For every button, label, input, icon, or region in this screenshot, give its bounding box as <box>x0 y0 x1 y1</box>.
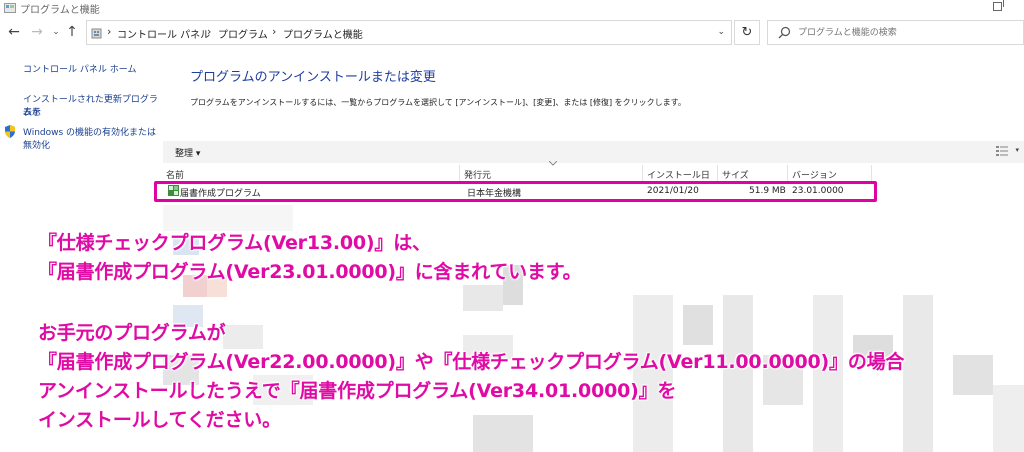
mosaic-block <box>683 305 713 345</box>
column-headers: 名前 発行元 インストール日 サイズ バージョン <box>163 161 1024 181</box>
windows-features-link-line1[interactable]: Windows の機能の有効化または <box>23 127 156 140</box>
search-icon <box>778 26 791 39</box>
column-header-name[interactable]: 名前 <box>166 168 184 181</box>
search-box[interactable] <box>767 20 1024 45</box>
view-updates-link-line1[interactable]: インストールされた更新プログラムを <box>23 94 162 120</box>
windows-features-link-line2[interactable]: 無効化 <box>23 140 50 153</box>
refresh-icon[interactable]: ↻ <box>734 20 760 45</box>
column-divider <box>459 165 460 181</box>
forward-arrow-icon[interactable]: → <box>29 23 45 41</box>
control-panel-home-link[interactable]: コントロール パネル ホーム <box>23 64 136 77</box>
breadcrumb-separator: › <box>207 25 212 38</box>
annotation-line-5: アンインストールしたうえで『届書作成プログラム(Ver34.01.0000)』を <box>38 380 677 402</box>
breadcrumb-control-panel[interactable]: コントロール パネル <box>117 26 210 41</box>
column-header-publisher[interactable]: 発行元 <box>464 168 491 181</box>
annotation-line-2: 『届書作成プログラム(Ver23.01.0000)』に含まれています。 <box>38 261 582 283</box>
annotation-line-1: 『仕様チェックプログラム(Ver13.00)』は、 <box>38 232 431 254</box>
highlight-frame <box>154 181 877 202</box>
breadcrumb-separator: › <box>107 25 112 38</box>
breadcrumb-separator: › <box>272 25 277 38</box>
column-divider <box>787 165 788 181</box>
address-dropdown-icon[interactable]: ⌄ <box>717 27 725 37</box>
search-input[interactable] <box>798 25 1013 41</box>
column-divider <box>717 165 718 181</box>
view-options-icon[interactable] <box>996 146 1008 157</box>
view-updates-link-line2[interactable]: 表示 <box>23 107 41 120</box>
command-bar: 整理 ▾ ▾ <box>163 141 1024 163</box>
column-header-install-date[interactable]: インストール日 <box>647 168 710 181</box>
breadcrumb-programs[interactable]: プログラム <box>218 26 268 41</box>
column-divider <box>871 165 872 181</box>
back-arrow-icon[interactable]: ← <box>6 23 22 41</box>
mosaic-block <box>903 295 933 452</box>
address-bar[interactable]: › コントロール パネル › プログラム › プログラムと機能 ⌄ <box>86 20 732 45</box>
window-title: プログラムと機能 <box>20 5 100 16</box>
sort-caret-icon <box>549 161 557 166</box>
up-arrow-icon[interactable]: ↑ <box>64 23 80 41</box>
control-panel-icon <box>4 3 16 13</box>
annotation-line-3: お手元のプログラムが <box>38 322 226 344</box>
mosaic-block <box>463 285 503 311</box>
organize-button[interactable]: 整理 ▾ <box>175 146 200 159</box>
mosaic-block <box>223 325 263 349</box>
annotation-line-6: インストールしてください。 <box>38 409 281 431</box>
history-chevron-icon[interactable]: ⌄ <box>48 23 64 41</box>
view-dropdown-icon[interactable]: ▾ <box>1015 146 1019 154</box>
mosaic-block <box>953 355 993 395</box>
page-title: プログラムのアンインストールまたは変更 <box>190 70 436 85</box>
address-row: ← → ⌄ ↑ › コントロール パネル › プログラム › プログラムと機能 … <box>0 16 1024 50</box>
column-header-size[interactable]: サイズ <box>722 168 749 181</box>
restore-button[interactable] <box>993 0 1004 11</box>
breadcrumb-programs-features[interactable]: プログラムと機能 <box>283 26 363 41</box>
column-divider <box>642 165 643 181</box>
column-header-version[interactable]: バージョン <box>792 168 837 181</box>
shield-icon <box>5 125 15 138</box>
mosaic-block <box>473 415 533 452</box>
mosaic-block <box>993 385 1024 452</box>
control-panel-icon <box>91 28 102 39</box>
title-bar: プログラムと機能 <box>0 0 1024 16</box>
annotation-line-4: 『届書作成プログラム(Ver22.00.0000)』や『仕様チェックプログラム(… <box>38 351 905 373</box>
instruction-text: プログラムをアンインストールするには、一覧からプログラムを選択して [アンインス… <box>190 98 686 107</box>
